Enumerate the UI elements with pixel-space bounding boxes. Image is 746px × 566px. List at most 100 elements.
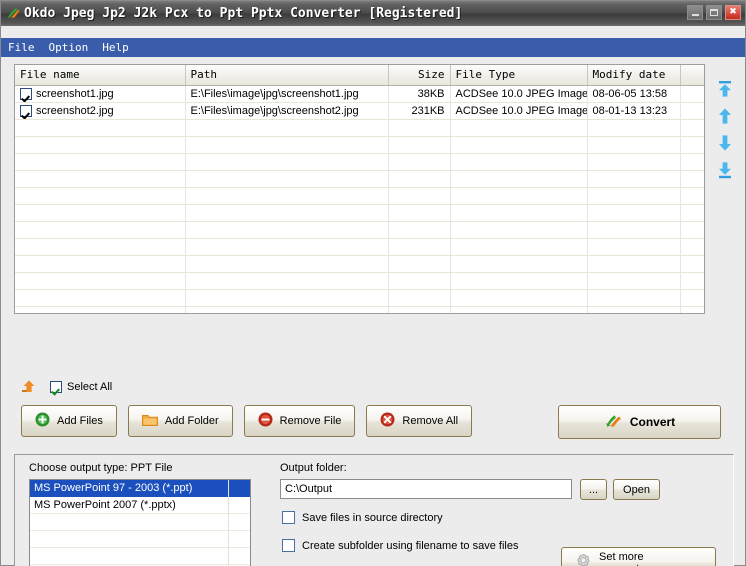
empty-cell: [15, 187, 185, 204]
table-empty-row: [15, 119, 704, 136]
file-list-table: File name Path Size File Type Modify dat…: [15, 65, 705, 314]
table-empty-row: [15, 306, 704, 314]
table-empty-row: [15, 255, 704, 272]
empty-cell: [587, 272, 680, 289]
column-header-size[interactable]: Size: [388, 65, 450, 85]
convert-arrows-icon: [604, 412, 622, 433]
output-type-option-pptx[interactable]: MS PowerPoint 2007 (*.pptx): [30, 497, 250, 514]
empty-cell: [388, 255, 450, 272]
output-type-option-ppt[interactable]: MS PowerPoint 97 - 2003 (*.ppt): [30, 480, 250, 497]
table-empty-row: [15, 153, 704, 170]
empty-cell: [450, 170, 587, 187]
file-list-panel[interactable]: File name Path Size File Type Modify dat…: [14, 64, 705, 314]
empty-cell: [388, 119, 450, 136]
listbox-column-divider: [228, 480, 229, 566]
empty-cell: [450, 272, 587, 289]
empty-cell: [15, 170, 185, 187]
move-down-icon[interactable]: [715, 133, 735, 153]
remove-file-label: Remove File: [280, 415, 342, 427]
open-folder-button[interactable]: Open: [613, 479, 660, 500]
move-to-bottom-icon[interactable]: [715, 160, 735, 180]
listbox-empty-row: [30, 514, 250, 531]
table-row[interactable]: screenshot2.jpg E:\Files\image\jpg\scree…: [15, 102, 704, 119]
titlebar-spacer: [1, 26, 745, 38]
action-button-group: Add Files Add Folder: [21, 405, 472, 437]
empty-cell: [185, 255, 388, 272]
move-up-icon[interactable]: [715, 106, 735, 126]
output-type-listbox[interactable]: MS PowerPoint 97 - 2003 (*.ppt) MS Power…: [29, 479, 251, 566]
column-header-path[interactable]: Path: [185, 65, 388, 85]
remove-all-button[interactable]: Remove All: [366, 405, 472, 437]
empty-cell: [185, 238, 388, 255]
empty-cell: [388, 289, 450, 306]
set-more-parameters-button[interactable]: Set more parameters: [561, 547, 716, 566]
table-empty-row: [15, 187, 704, 204]
move-to-top-icon[interactable]: [715, 79, 735, 99]
table-row[interactable]: screenshot1.jpg E:\Files\image\jpg\scree…: [15, 85, 704, 102]
empty-cell: [15, 289, 185, 306]
column-header-modify-date[interactable]: Modify date: [587, 65, 680, 85]
empty-cell: [15, 204, 185, 221]
empty-cell: [15, 306, 185, 314]
row-checkbox[interactable]: [20, 88, 32, 100]
empty-cell: [680, 204, 704, 221]
menu-bar: File Option Help: [1, 38, 745, 57]
window-controls: ✖: [687, 5, 741, 20]
column-header-file-name[interactable]: File name: [15, 65, 185, 85]
empty-cell: [388, 170, 450, 187]
empty-cell: [587, 255, 680, 272]
menu-item-option[interactable]: Option: [49, 41, 96, 54]
minimize-button[interactable]: [687, 5, 703, 20]
convert-label: Convert: [630, 415, 675, 429]
browse-folder-button[interactable]: ...: [580, 479, 607, 500]
add-files-button[interactable]: Add Files: [21, 405, 117, 437]
remove-file-button[interactable]: Remove File: [244, 405, 356, 437]
empty-cell: [680, 187, 704, 204]
select-all-checkbox[interactable]: Select All: [50, 381, 112, 393]
close-icon: ✖: [729, 8, 737, 17]
output-type-label: Choose output type: PPT File: [29, 462, 173, 474]
empty-cell: [388, 272, 450, 289]
empty-cell: [680, 238, 704, 255]
empty-cell: [388, 136, 450, 153]
empty-cell: [185, 187, 388, 204]
empty-cell: [450, 136, 587, 153]
empty-cell: [587, 187, 680, 204]
empty-cell: [185, 221, 388, 238]
option-create-subfolder[interactable]: Create subfolder using filename to save …: [282, 539, 518, 552]
menu-item-help[interactable]: Help: [102, 41, 136, 54]
output-folder-input[interactable]: [280, 479, 572, 499]
empty-cell: [450, 221, 587, 238]
cell-spacer: [680, 102, 704, 119]
empty-cell: [680, 272, 704, 289]
add-folder-button[interactable]: Add Folder: [128, 405, 233, 437]
empty-cell: [450, 238, 587, 255]
up-folder-arrow-icon[interactable]: [21, 379, 39, 395]
menu-item-file[interactable]: File: [8, 41, 42, 54]
file-name-text: screenshot2.jpg: [36, 105, 114, 117]
option-label: Create subfolder using filename to save …: [302, 540, 518, 552]
table-empty-row: [15, 136, 704, 153]
table-empty-row: [15, 204, 704, 221]
table-empty-row: [15, 238, 704, 255]
table-empty-row: [15, 289, 704, 306]
folder-icon: [142, 413, 158, 430]
output-folder-label: Output folder:: [280, 462, 347, 474]
empty-cell: [450, 119, 587, 136]
file-name-text: screenshot1.jpg: [36, 88, 114, 100]
column-header-file-type[interactable]: File Type: [450, 65, 587, 85]
maximize-button[interactable]: [706, 5, 722, 20]
empty-cell: [680, 221, 704, 238]
convert-button[interactable]: Convert: [558, 405, 721, 439]
empty-cell: [388, 204, 450, 221]
close-button[interactable]: ✖: [725, 5, 741, 20]
delete-x-circle-icon: [380, 412, 395, 430]
option-save-in-source-directory[interactable]: Save files in source directory: [282, 511, 443, 524]
row-checkbox[interactable]: [20, 105, 32, 117]
empty-cell: [15, 238, 185, 255]
empty-cell: [680, 136, 704, 153]
empty-cell: [15, 136, 185, 153]
empty-cell: [587, 238, 680, 255]
option-checkbox: [282, 511, 295, 524]
empty-cell: [388, 306, 450, 314]
